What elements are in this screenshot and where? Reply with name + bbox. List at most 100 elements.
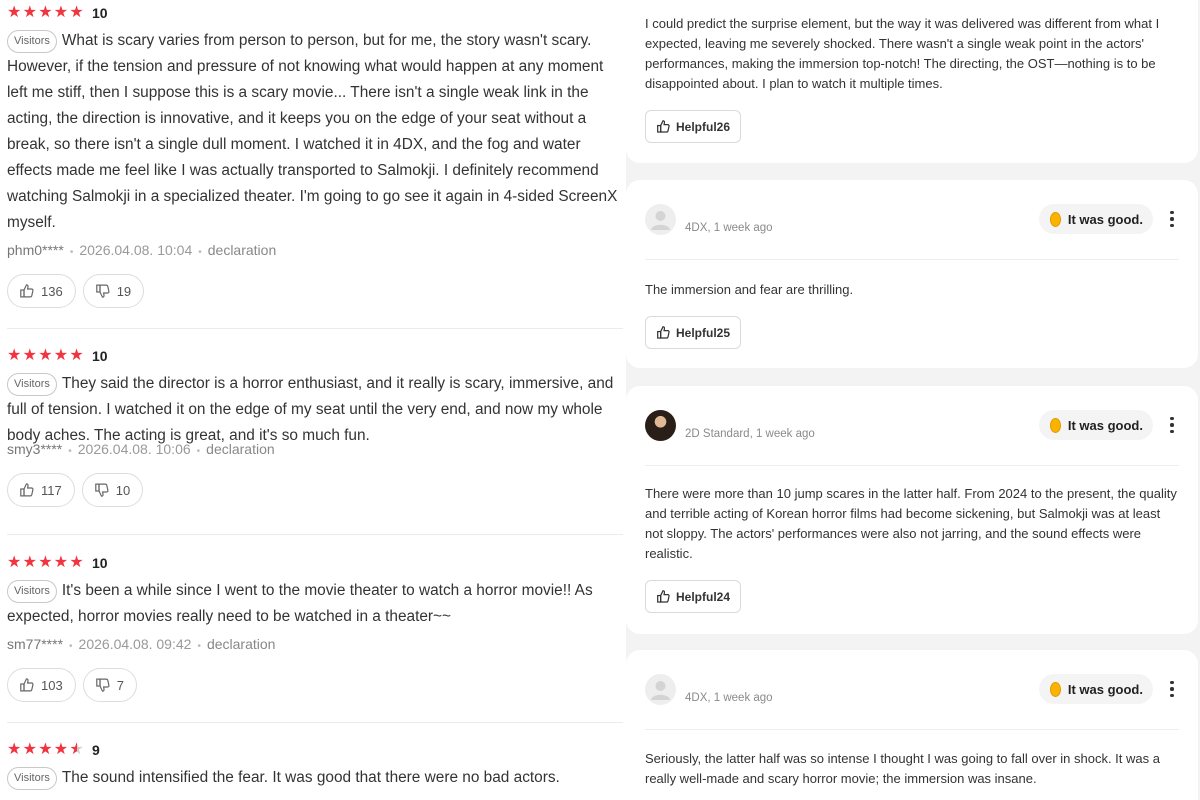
dislike-button[interactable]: 7 — [82, 668, 137, 702]
review-card: 4DX, 1 week ago It was good. The immersi… — [626, 180, 1198, 368]
thumbs-up-icon — [20, 678, 34, 692]
popcorn-bean-icon — [1049, 417, 1061, 433]
card-meta: 4DX, 1 week ago — [685, 692, 773, 704]
rating-row: ★ ★ ★ ★ ★ 10 — [7, 346, 623, 366]
more-options-icon[interactable] — [1165, 412, 1179, 438]
meta-separator: • — [198, 247, 202, 258]
review-item: ★ ★ ★ ★ ★ 10 Visitors It's been a while since… — [7, 553, 623, 702]
star-icon: ★ — [53, 347, 69, 364]
dislike-count: 19 — [116, 283, 132, 299]
review-card: 4DX, 1 week ago It was good. Seriously, … — [626, 650, 1198, 800]
card-header: 4DX, 1 week ago It was good. — [645, 180, 1179, 260]
star-rating: ★ ★ ★ ★ ★ — [7, 348, 85, 364]
more-options-icon[interactable] — [1165, 206, 1179, 232]
card-review-text: There were more than 10 jump scares in t… — [645, 486, 1177, 561]
rating-row: ★ ★ ★ ★ ★ 10 — [7, 3, 623, 23]
helpful-button[interactable]: Helpful25 — [645, 316, 742, 349]
star-icon: ★ — [7, 4, 22, 21]
vote-buttons: 117 10 — [7, 473, 623, 507]
review-card: I could predict the surprise element, bu… — [626, 0, 1198, 163]
thumbs-up-icon — [20, 483, 34, 497]
dislike-count: 7 — [116, 677, 124, 693]
helpful-button[interactable]: Helpful24 — [645, 580, 742, 613]
visitor-badge: Visitors — [7, 373, 57, 396]
report-link[interactable]: declaration — [208, 242, 277, 258]
star-rating: ★ ★ ★ ★ ★ — [7, 5, 85, 21]
divider — [7, 534, 623, 535]
thumbs-up-icon — [657, 590, 670, 603]
visitor-badge: Visitors — [7, 30, 57, 53]
star-icon: ★ — [53, 4, 69, 21]
star-icon: ★ — [22, 4, 37, 21]
dislike-count: 10 — [115, 482, 131, 498]
default-avatar-icon — [645, 674, 676, 705]
review-item: ★ ★ ★ ★ ★ 9 Visitors The sound intensified th… — [7, 740, 623, 791]
card-meta: 4DX, 1 week ago — [685, 222, 773, 234]
visitor-badge: Visitors — [7, 580, 57, 603]
thumbs-up-icon — [657, 326, 670, 339]
review-meta: sm77**** • 2026.04.08. 09:42 • declaration — [7, 634, 623, 654]
review-user: phm0**** — [7, 242, 64, 258]
star-icon: ★ — [53, 554, 69, 571]
meta-separator: • — [197, 641, 201, 652]
review-item: ★ ★ ★ ★ ★ 10 Visitors They said the director … — [7, 346, 623, 507]
like-count: 136 — [41, 283, 63, 299]
thumbs-down-icon — [95, 678, 110, 692]
like-button[interactable]: 136 — [7, 274, 76, 308]
more-options-icon[interactable] — [1165, 676, 1179, 702]
helpful-label: Helpful24 — [676, 589, 731, 604]
dislike-button[interactable]: 19 — [82, 274, 145, 308]
report-link[interactable]: declaration — [207, 636, 276, 652]
star-rating: ★ ★ ★ ★ ★ — [7, 555, 85, 571]
half-star-icon: ★ — [69, 741, 84, 758]
popcorn-bean-icon — [1049, 681, 1061, 697]
star-icon: ★ — [69, 347, 84, 364]
rating-row: ★ ★ ★ ★ ★ 9 — [7, 740, 623, 760]
egg-rating-badge: It was good. — [1038, 674, 1153, 704]
review-cards-panel: I could predict the surprise element, bu… — [626, 0, 1200, 800]
review-text: They said the director is a horror enthu… — [7, 375, 614, 444]
divider — [7, 722, 623, 723]
star-icon: ★ — [53, 741, 69, 758]
meta-separator: • — [196, 446, 201, 457]
review-score: 9 — [91, 742, 100, 758]
like-count: 103 — [41, 677, 63, 693]
review-date: 2026.04.08. 09:42 — [78, 636, 192, 652]
card-meta: 2D Standard, 1 week ago — [685, 428, 815, 440]
thumbs-down-icon — [94, 483, 109, 497]
vote-buttons: 136 19 — [7, 274, 623, 308]
thumbs-up-icon — [657, 120, 670, 133]
meta-separator: • — [69, 641, 73, 652]
review-user: sm77**** — [7, 636, 64, 652]
star-icon: ★ — [38, 741, 53, 758]
like-button[interactable]: 117 — [7, 473, 75, 507]
star-icon: ★ — [7, 347, 22, 364]
review-date: 2026.04.08. 10:04 — [79, 242, 193, 258]
card-review-text: Seriously, the latter half was so intens… — [645, 751, 1160, 786]
visitor-badge: Visitors — [7, 767, 57, 790]
helpful-button[interactable]: Helpful26 — [645, 110, 742, 143]
review-body: Visitors The sound intensified the fear. … — [7, 765, 623, 791]
review-date: 2026.04.08. 10:06 — [77, 441, 191, 457]
star-icon: ★ — [22, 347, 37, 364]
star-icon: ★ — [69, 554, 84, 571]
default-avatar-icon — [645, 204, 676, 235]
review-body: Visitors It's been a while since I went t… — [7, 578, 623, 630]
review-text: What is scary varies from person to pers… — [7, 32, 618, 231]
dislike-button[interactable]: 10 — [81, 473, 144, 507]
helpful-label: Helpful25 — [676, 325, 731, 340]
divider — [7, 328, 623, 329]
rating-row: ★ ★ ★ ★ ★ 10 — [7, 553, 623, 573]
review-meta: phm0**** • 2026.04.08. 10:04 • declaration — [7, 240, 623, 260]
report-link[interactable]: declaration — [206, 441, 275, 457]
meta-separator: • — [68, 446, 72, 457]
review-text: It's been a while since I went to the mo… — [7, 582, 593, 625]
card-review-text: I could predict the surprise element, bu… — [645, 16, 1160, 91]
review-score: 10 — [91, 348, 108, 364]
egg-rating-badge: It was good. — [1038, 204, 1153, 234]
egg-rating-label: It was good. — [1067, 211, 1143, 227]
star-icon: ★ — [7, 554, 22, 571]
thumbs-down-icon — [95, 284, 110, 298]
like-button[interactable]: 103 — [7, 668, 76, 702]
review-item: ★ ★ ★ ★ ★ 10 Visitors What is scary varies fr… — [7, 3, 623, 308]
